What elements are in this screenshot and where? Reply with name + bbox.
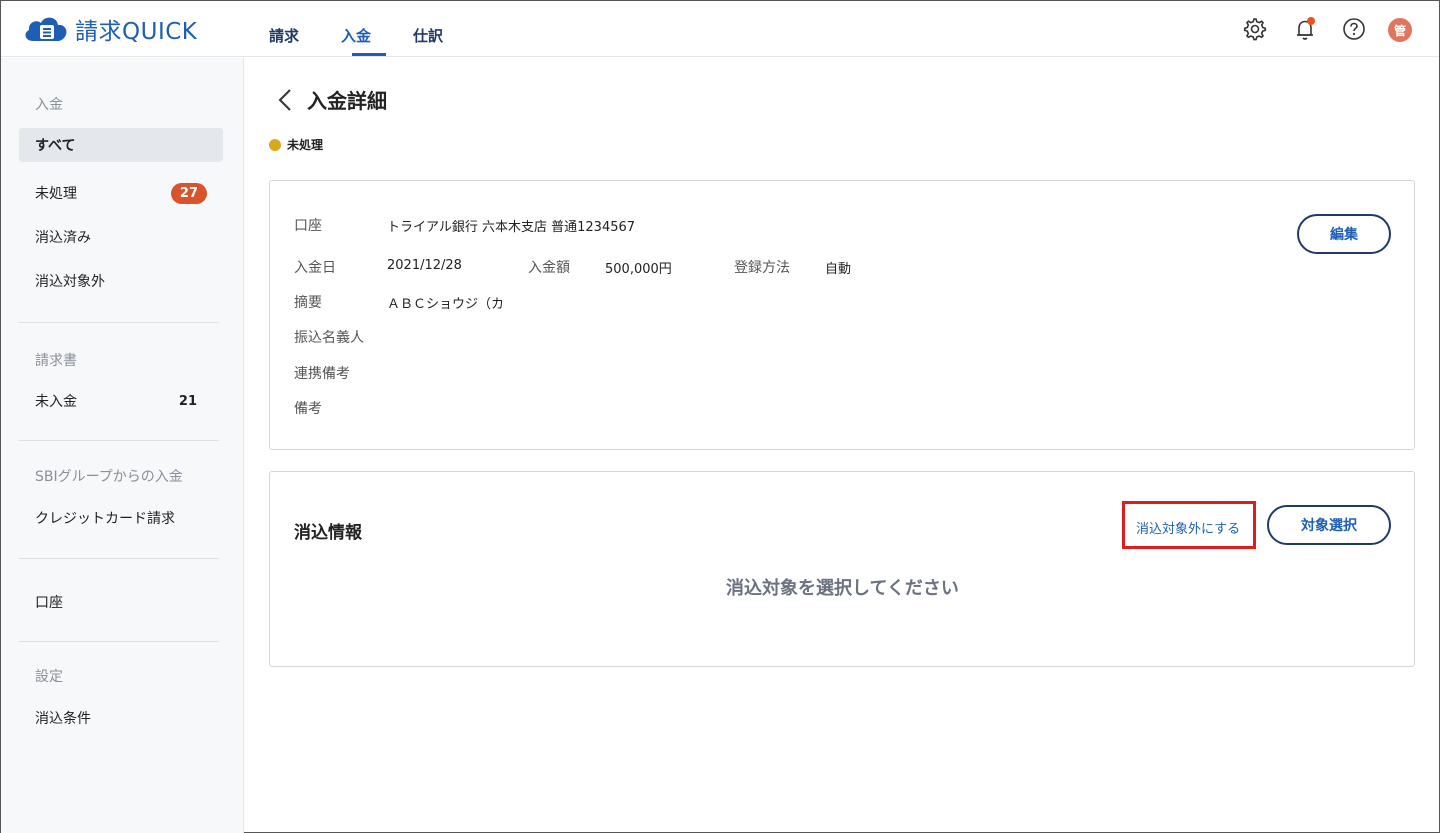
sidebar-item-unprocessed[interactable]: 未処理 27 [19,176,223,210]
sidebar-section-sbi: SBIグループからの入金 [35,469,183,485]
sidebar-divider [19,558,219,559]
account-value: トライアル銀行 六本木支店 普通1234567 [387,220,636,235]
date-value: 2021/12/28 [387,258,462,273]
method-value: 自動 [825,262,852,277]
nav-invoice[interactable]: 請求 [269,25,299,46]
unpaid-count: 21 [178,393,197,409]
chevron-left-icon[interactable] [275,87,297,113]
nav-payment[interactable]: 入金 [341,25,371,46]
unprocessed-count-badge: 27 [170,182,207,204]
sidebar: 入金 すべて 未処理 27 消込済み 消込対象外 請求書 未入金 21 SBIグ… [1,58,244,833]
sidebar-item-all[interactable]: すべて [19,128,223,162]
sidebar-item-label: 消込条件 [35,711,91,727]
summary-label: 摘要 [294,295,322,311]
edit-button[interactable]: 編集 [1297,214,1391,254]
select-target-button[interactable]: 対象選択 [1267,505,1391,545]
linked-note-label: 連携備考 [294,366,350,382]
main-nav: 請求 入金 仕訳 [269,25,485,46]
sidebar-divider [19,440,219,441]
sidebar-section-payment: 入金 [35,97,63,113]
status-badge: 未処理 [269,136,323,153]
sidebar-item-label: すべて [35,138,76,154]
bell-icon[interactable] [1290,14,1320,44]
date-label: 入金日 [294,260,336,276]
account-label: 口座 [294,218,322,234]
highlight-box [1122,501,1256,549]
sidebar-item-account[interactable]: 口座 [19,585,223,619]
summary-value: ＡＢＣショウジ（カ [387,297,505,312]
sidebar-item-label: 口座 [35,595,63,611]
sidebar-item-label: 未処理 [35,186,77,202]
amount-value: 500,000円 [605,262,672,277]
sidebar-divider [19,641,219,642]
note-label: 備考 [294,401,322,417]
sidebar-item-excluded[interactable]: 消込対象外 [19,264,223,298]
sidebar-item-unpaid[interactable]: 未入金 21 [19,384,223,418]
sidebar-divider [19,322,219,323]
reconcile-title: 消込情報 [294,523,362,543]
sidebar-item-label: 消込済み [35,230,91,246]
sidebar-item-credit-card[interactable]: クレジットカード請求 [19,501,223,535]
sidebar-item-reconciled[interactable]: 消込済み [19,220,223,254]
page-title-text: 入金詳細 [307,89,387,113]
nav-journal[interactable]: 仕訳 [413,25,443,46]
empty-message: 消込対象を選択してください [726,578,959,599]
user-avatar[interactable]: 管 [1388,18,1412,42]
sidebar-item-reconcile-rules[interactable]: 消込条件 [19,701,223,735]
gear-icon[interactable] [1239,14,1269,44]
sidebar-item-label: クレジットカード請求 [35,511,175,527]
payer-label: 振込名義人 [294,330,364,346]
help-icon[interactable] [1339,14,1369,44]
reconcile-card: 消込情報 消込対象外にする 対象選択 消込対象を選択してください [269,471,1415,667]
logo-text: 請求QUICK [75,19,198,45]
sidebar-section-settings: 設定 [35,669,63,685]
sidebar-section-invoice: 請求書 [35,353,77,369]
status-dot-icon [269,138,281,151]
app-header: 請求QUICK 請求 入金 仕訳 管 [1,1,1439,57]
nav-active-indicator [352,53,386,56]
page-title: 入金詳細 [275,85,387,114]
sidebar-item-label: 未入金 [35,394,77,410]
amount-label: 入金額 [528,260,570,276]
method-label: 登録方法 [734,260,790,276]
app-logo[interactable]: 請求QUICK [21,11,197,47]
cloud-logo-icon [25,17,67,41]
payment-detail-card: 口座 トライアル銀行 六本木支店 普通1234567 入金日 2021/12/2… [269,180,1415,450]
status-text: 未処理 [287,138,324,152]
sidebar-item-label: 消込対象外 [35,274,105,290]
